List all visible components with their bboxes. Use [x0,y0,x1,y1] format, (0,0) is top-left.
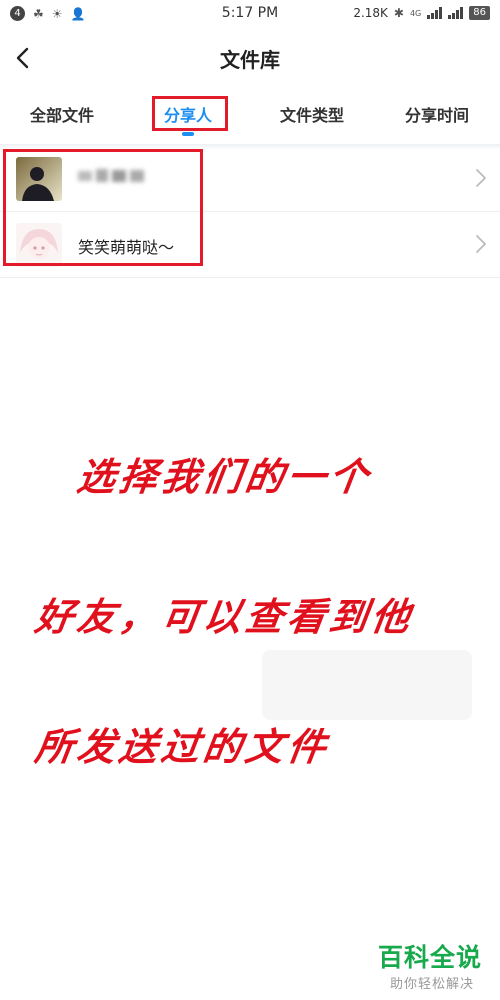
watermark-slogan: 助你轻松解决 [389,977,474,992]
watermark-logo: 百科全说 [377,943,482,972]
tab-highlight-box [152,96,228,131]
active-tab-indicator [182,132,194,136]
app-header: 文件库 [0,28,500,88]
list-highlight-box [3,149,203,266]
annotation-line-1: 选择我们的一个 [74,454,375,499]
tab-bar: 全部文件 分享人 文件类型 分享时间 [0,92,500,142]
tab-all-files[interactable]: 全部文件 [30,102,94,126]
chevron-right-icon [476,169,486,187]
background-smudge [262,650,472,720]
network-type: 4G [409,8,422,18]
tab-file-type[interactable]: 文件类型 [280,102,344,126]
status-right-icons: 2.18K ✱ 4G 86 [353,6,490,20]
annotation-line-2: 好友，可以查看到他 [32,594,417,639]
page-title: 文件库 [220,48,280,72]
tab-share-time[interactable]: 分享时间 [405,102,469,126]
signal-icon [427,7,443,19]
signal-icon-2 [448,7,464,19]
bluetooth-icon: ✱ [393,6,404,20]
battery-icon: 86 [469,6,490,20]
annotation-line-3: 所发送过的文件 [32,724,333,769]
chevron-right-icon [476,235,486,253]
network-speed: 2.18K [353,6,388,20]
status-bar: 4 ☘ ☀ 👤 5:17 PM 2.18K ✱ 4G 86 [0,0,500,28]
